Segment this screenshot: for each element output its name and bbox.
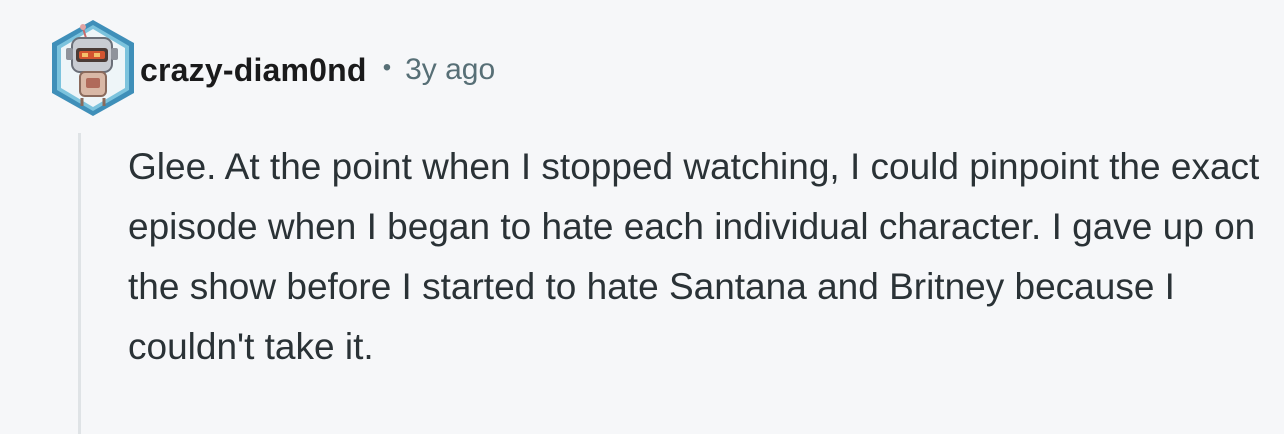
avatar[interactable] <box>48 16 138 120</box>
timestamp-link[interactable]: 3y ago <box>405 53 495 87</box>
comment-body: Glee. At the point when I stopped watchi… <box>128 146 1260 367</box>
thread-collapse-line[interactable] <box>78 133 81 434</box>
comment-header: crazy-diam0nd • 3y ago <box>140 48 495 92</box>
meta-separator: • <box>382 54 392 81</box>
comment: crazy-diam0nd • 3y ago Glee. At the poin… <box>0 0 1284 434</box>
username-link[interactable]: crazy-diam0nd <box>140 52 367 89</box>
snoo-robot-avatar-icon <box>52 20 134 116</box>
